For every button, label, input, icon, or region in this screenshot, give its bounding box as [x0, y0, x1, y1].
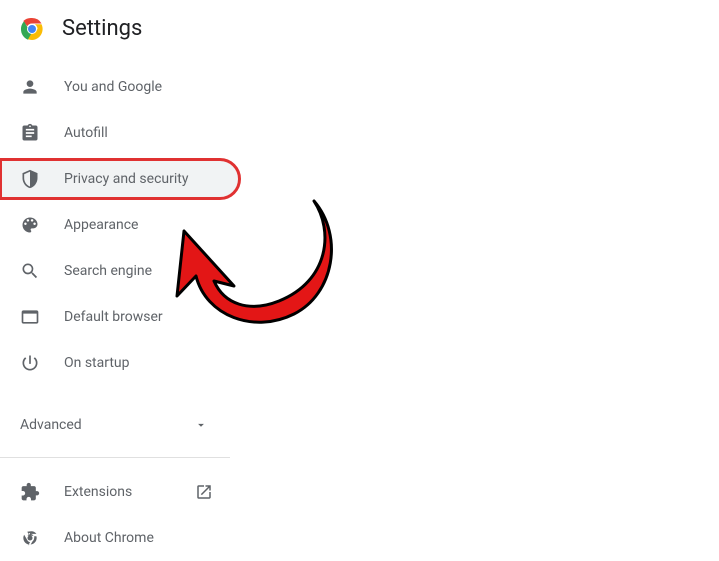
sidebar-item-label: Search engine — [64, 263, 152, 279]
browser-window-icon — [20, 307, 40, 327]
sidebar-item-about-chrome[interactable]: About Chrome — [0, 518, 240, 558]
clipboard-icon — [20, 123, 40, 143]
palette-icon — [20, 215, 40, 235]
sidebar-item-autofill[interactable]: Autofill — [0, 113, 240, 153]
sidebar-item-label: Default browser — [64, 309, 163, 325]
search-icon — [20, 261, 40, 281]
sidebar-item-label: You and Google — [64, 79, 162, 95]
sidebar-item-appearance[interactable]: Appearance — [0, 205, 240, 245]
open-in-new-icon — [194, 482, 214, 502]
sidebar-item-on-startup[interactable]: On startup — [0, 343, 240, 383]
sidebar-nav: You and Google Autofill Privacy and secu… — [0, 67, 240, 558]
extension-icon — [20, 482, 40, 502]
divider — [0, 457, 230, 458]
chrome-logo-icon — [20, 17, 44, 41]
sidebar-item-label: Privacy and security — [64, 171, 188, 187]
sidebar-item-label: On startup — [64, 355, 130, 371]
chevron-down-icon — [194, 418, 208, 432]
header: Settings — [0, 0, 719, 61]
sidebar-item-label: Extensions — [64, 484, 132, 500]
page-title: Settings — [62, 16, 142, 41]
advanced-label: Advanced — [20, 417, 82, 433]
sidebar-item-search-engine[interactable]: Search engine — [0, 251, 240, 291]
shield-icon — [20, 169, 40, 189]
person-icon — [20, 77, 40, 97]
sidebar-item-extensions[interactable]: Extensions — [0, 472, 240, 512]
sidebar-item-privacy-and-security[interactable]: Privacy and security — [0, 159, 240, 199]
sidebar-item-you-and-google[interactable]: You and Google — [0, 67, 240, 107]
sidebar-item-label: Appearance — [64, 217, 138, 233]
sidebar-item-default-browser[interactable]: Default browser — [0, 297, 240, 337]
advanced-toggle[interactable]: Advanced — [0, 403, 228, 447]
sidebar-item-label: Autofill — [64, 125, 108, 141]
power-icon — [20, 353, 40, 373]
sidebar-item-label: About Chrome — [64, 530, 154, 546]
chrome-outline-icon — [20, 528, 40, 548]
